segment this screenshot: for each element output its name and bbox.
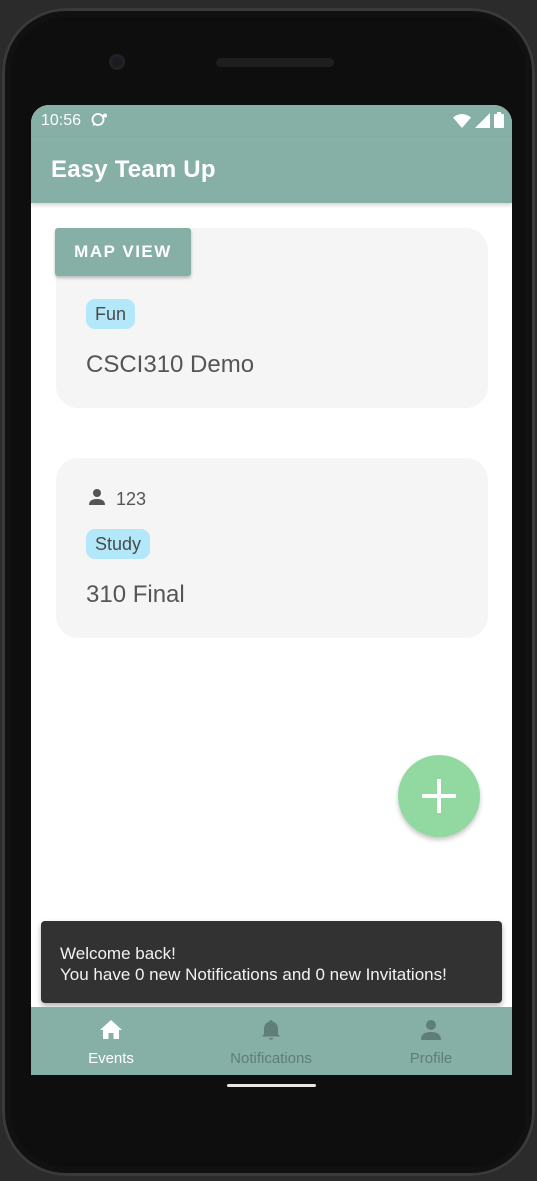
map-view-button[interactable]: MAP VIEW — [55, 228, 191, 276]
status-bar: 10:56 — [31, 105, 512, 137]
status-time: 10:56 — [41, 112, 82, 129]
bottom-navigation: Events Notifications Profile — [31, 1007, 512, 1075]
person-icon — [88, 488, 106, 511]
welcome-snackbar: Welcome back! You have 0 new Notificatio… — [41, 921, 502, 1003]
nav-label-notifications: Notifications — [230, 1050, 312, 1067]
event-tag-chip: Fun — [86, 299, 136, 329]
add-event-button[interactable] — [398, 755, 480, 837]
status-icons — [453, 112, 504, 133]
event-card[interactable]: 123 Study 310 Final — [56, 458, 488, 638]
member-count: 123 — [116, 489, 147, 509]
wifi-icon — [453, 113, 471, 133]
nav-item-profile[interactable]: Profile — [351, 1007, 511, 1075]
notification-bubble-icon — [91, 113, 107, 132]
nav-item-events[interactable]: Events — [31, 1007, 191, 1075]
app-bar: Easy Team Up — [31, 137, 512, 203]
home-indicator[interactable] — [227, 1084, 316, 1087]
earpiece-speaker — [216, 58, 334, 67]
snackbar-line-1: Welcome back! — [60, 944, 176, 963]
nav-label-events: Events — [88, 1050, 134, 1067]
event-title: 310 Final — [86, 581, 185, 608]
signal-icon — [475, 112, 490, 133]
event-tag-chip: Study — [86, 529, 151, 559]
front-camera — [109, 54, 125, 70]
app-title: Easy Team Up — [51, 156, 216, 183]
snackbar-line-2: You have 0 new Notifications and 0 new I… — [60, 965, 447, 984]
event-members: 123 — [88, 488, 146, 511]
nav-item-notifications[interactable]: Notifications — [191, 1007, 351, 1075]
app-screen: 10:56 Easy Team Up Fun CSCI310 Demo MAP … — [31, 105, 512, 1075]
event-title: CSCI310 Demo — [86, 351, 255, 378]
battery-icon — [494, 112, 504, 133]
nav-label-profile: Profile — [409, 1050, 453, 1067]
